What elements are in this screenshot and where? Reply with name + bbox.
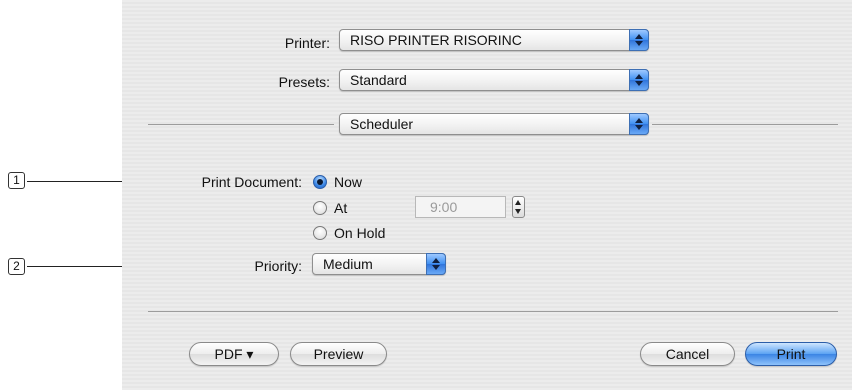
callout-2: 2 [8, 258, 25, 275]
stepper-down-icon [515, 209, 521, 214]
popup-arrows-icon [629, 29, 649, 51]
popup-arrows-icon [426, 253, 446, 275]
presets-popup[interactable]: Standard [339, 69, 649, 91]
priority-popup[interactable]: Medium [312, 253, 446, 275]
presets-label: Presets: [278, 74, 330, 90]
print-dialog: Printer: RISO PRINTER RISORINC Presets: … [122, 0, 852, 390]
separator-left [148, 124, 334, 125]
preview-button[interactable]: Preview [290, 342, 387, 366]
cancel-button[interactable]: Cancel [640, 342, 735, 366]
time-stepper[interactable] [512, 196, 525, 218]
priority-value: Medium [323, 256, 373, 272]
printer-label: Printer: [284, 35, 330, 51]
radio-at-label[interactable]: At [334, 199, 347, 217]
printer-popup[interactable]: RISO PRINTER RISORINC [339, 29, 649, 51]
presets-value: Standard [350, 72, 407, 88]
print-document-label: Print Document: [201, 174, 302, 190]
bottom-separator [148, 311, 838, 312]
printer-value: RISO PRINTER RISORINC [350, 32, 522, 48]
radio-on-hold[interactable] [313, 226, 327, 240]
stepper-up-icon [515, 200, 521, 205]
print-button[interactable]: Print [745, 342, 837, 366]
radio-now[interactable] [313, 175, 327, 189]
callout-1: 1 [8, 172, 25, 189]
time-field[interactable]: 9:00 [415, 196, 506, 218]
radio-at[interactable] [313, 201, 327, 215]
panel-popup[interactable]: Scheduler [339, 113, 649, 135]
radio-on-hold-label[interactable]: On Hold [334, 224, 385, 242]
separator-right [652, 124, 838, 125]
panel-value: Scheduler [350, 116, 414, 132]
popup-arrows-icon [629, 69, 649, 91]
radio-now-label[interactable]: Now [334, 173, 362, 191]
priority-label: Priority: [254, 258, 302, 274]
popup-arrows-icon [629, 113, 649, 135]
pdf-button[interactable]: PDF ▾ [189, 342, 279, 366]
